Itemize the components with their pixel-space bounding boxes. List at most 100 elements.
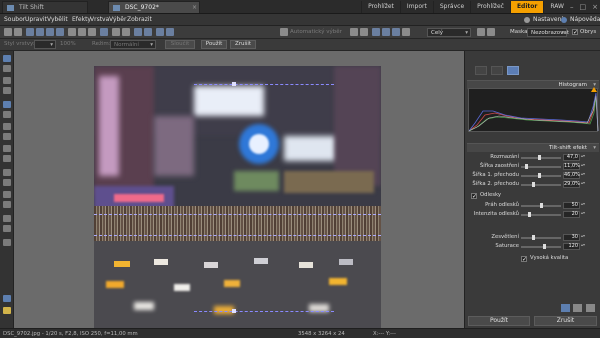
slider-track[interactable] bbox=[521, 157, 561, 159]
mode-tab-editor[interactable]: Editor bbox=[509, 1, 544, 13]
fullscreen-icon[interactable] bbox=[402, 28, 410, 36]
slider-value-field[interactable]: 29,0% bbox=[563, 181, 580, 188]
panel-tab-effects-icon[interactable] bbox=[507, 66, 519, 75]
subtract-selection-icon[interactable] bbox=[78, 28, 86, 36]
panel-tab-info-icon[interactable] bbox=[475, 66, 487, 75]
mode-tab-browse[interactable]: Prohlížet bbox=[361, 1, 400, 13]
mode-tab-raw[interactable]: RAW bbox=[543, 1, 570, 13]
eraser-tool-icon[interactable] bbox=[3, 133, 11, 140]
slider-thumb[interactable] bbox=[532, 235, 535, 240]
brush-tool-icon[interactable] bbox=[3, 123, 11, 130]
tiltshift-bottom-guide[interactable] bbox=[194, 311, 334, 312]
actual-size-icon[interactable] bbox=[392, 28, 400, 36]
view-split-icon[interactable] bbox=[166, 28, 174, 36]
tab-tilt-shift[interactable]: Tilt Shift bbox=[2, 1, 88, 13]
high-quality-checkbox[interactable]: ✓ bbox=[521, 256, 527, 263]
tiltshift-focus-guide-2[interactable] bbox=[94, 235, 381, 236]
tilt-shift-header[interactable]: Tilt-shift efekt bbox=[467, 143, 599, 153]
foreground-color-icon[interactable] bbox=[3, 295, 11, 302]
presets-icon[interactable] bbox=[573, 304, 582, 312]
slider-value-field[interactable]: 47,0 bbox=[563, 154, 580, 161]
selection-tool-icon[interactable] bbox=[3, 101, 11, 108]
spinner-arrows-icon[interactable]: ▴▾ bbox=[581, 234, 585, 241]
minimize-icon[interactable]: – bbox=[570, 1, 574, 13]
reset-icon[interactable] bbox=[586, 304, 595, 312]
tiltshift-focus-guide[interactable] bbox=[94, 214, 381, 215]
brush-select-icon[interactable] bbox=[56, 28, 64, 36]
fill-tool-icon[interactable] bbox=[3, 201, 11, 208]
rotate-right-icon[interactable] bbox=[144, 28, 152, 36]
settings-link[interactable]: Nastavení bbox=[533, 14, 563, 26]
guide-handle[interactable] bbox=[232, 82, 236, 86]
undo-icon[interactable] bbox=[112, 28, 120, 36]
zoom-select[interactable]: Celý bbox=[427, 28, 471, 37]
menu-file[interactable]: Soubor bbox=[4, 14, 25, 26]
slider-track[interactable] bbox=[521, 184, 561, 186]
menu-view[interactable]: Zobrazit bbox=[127, 14, 152, 26]
eyedropper-tool-icon[interactable] bbox=[3, 239, 11, 246]
view-single-icon[interactable] bbox=[156, 28, 164, 36]
cancel-top-button[interactable]: Zrušit bbox=[230, 40, 256, 49]
wand-icon[interactable] bbox=[46, 28, 54, 36]
hand-tool-icon[interactable] bbox=[3, 65, 11, 72]
layer-style-select[interactable] bbox=[34, 40, 56, 49]
mode-tab-viewer[interactable]: Prohlížeč bbox=[470, 1, 510, 13]
slider-thumb[interactable] bbox=[532, 182, 535, 187]
zoom-out-icon[interactable] bbox=[350, 28, 358, 36]
blend-mode-select[interactable]: Normální bbox=[110, 40, 156, 49]
histogram-toggle-icon[interactable] bbox=[477, 28, 485, 36]
slider-value-field[interactable]: 120 bbox=[563, 243, 580, 250]
opacity-value[interactable]: 100% bbox=[60, 38, 76, 51]
dodge-tool-icon[interactable] bbox=[3, 179, 11, 186]
guide-handle[interactable] bbox=[232, 309, 236, 313]
slider-thumb[interactable] bbox=[540, 203, 543, 208]
spinner-arrows-icon[interactable]: ▴▾ bbox=[581, 211, 585, 218]
menu-effects[interactable]: Efekty bbox=[72, 14, 91, 26]
select-arrow-icon[interactable] bbox=[4, 28, 12, 36]
menu-layer[interactable]: Vrstva bbox=[90, 14, 109, 26]
close-window-icon[interactable]: × bbox=[592, 1, 598, 13]
slider-track[interactable] bbox=[521, 237, 561, 239]
reflections-checkbox[interactable]: ✓ bbox=[471, 193, 477, 200]
spinner-arrows-icon[interactable]: ▴▾ bbox=[581, 163, 585, 170]
slider-track[interactable] bbox=[521, 214, 561, 216]
menu-selection[interactable]: Výběr bbox=[109, 14, 126, 26]
gradient-tool-icon[interactable] bbox=[3, 191, 11, 198]
add-selection-icon[interactable] bbox=[68, 28, 76, 36]
hand-icon[interactable] bbox=[372, 28, 380, 36]
slider-value-field[interactable]: 20 bbox=[563, 211, 580, 218]
lasso-tool-icon[interactable] bbox=[3, 111, 11, 118]
slider-thumb[interactable] bbox=[538, 155, 541, 160]
apply-top-button[interactable]: Použít bbox=[201, 40, 227, 49]
zoom-tool-icon[interactable] bbox=[3, 55, 11, 62]
tiltshift-top-guide[interactable] bbox=[194, 84, 334, 85]
marquee-icon[interactable] bbox=[26, 28, 34, 36]
spinner-arrows-icon[interactable]: ▴▾ bbox=[581, 202, 585, 209]
slider-value-field[interactable]: 11,0% bbox=[563, 163, 580, 170]
straighten-tool-icon[interactable] bbox=[3, 87, 11, 94]
redo-icon[interactable] bbox=[122, 28, 130, 36]
slider-track[interactable] bbox=[521, 246, 561, 248]
layer-icon[interactable] bbox=[100, 28, 108, 36]
panel-tab-brush-icon[interactable] bbox=[491, 66, 503, 75]
spinner-arrows-icon[interactable]: ▴▾ bbox=[581, 172, 585, 179]
slider-track[interactable] bbox=[521, 175, 561, 177]
outline-checkbox[interactable]: ✓ bbox=[572, 29, 578, 36]
text-tool-icon[interactable] bbox=[3, 215, 11, 222]
mask-select[interactable]: Nezobrazovat bbox=[527, 28, 569, 37]
lasso-icon[interactable] bbox=[36, 28, 44, 36]
spinner-arrows-icon[interactable]: ▴▾ bbox=[581, 154, 585, 161]
menu-whiten[interactable]: Vybělit bbox=[47, 14, 68, 26]
photo-canvas[interactable] bbox=[94, 66, 381, 328]
slider-value-field[interactable]: 30 bbox=[563, 234, 580, 241]
slider-thumb[interactable] bbox=[525, 164, 528, 169]
info-toggle-icon[interactable] bbox=[487, 28, 495, 36]
save-preset-icon[interactable] bbox=[561, 304, 570, 312]
tab-dsc-9702[interactable]: DSC_9702* × bbox=[108, 1, 200, 13]
rotate-left-icon[interactable] bbox=[134, 28, 142, 36]
fit-icon[interactable] bbox=[382, 28, 390, 36]
clipping-warning-icon[interactable] bbox=[591, 87, 597, 92]
heal-tool-icon[interactable] bbox=[3, 155, 11, 162]
move-icon[interactable] bbox=[14, 28, 22, 36]
auto-select-icon[interactable] bbox=[280, 28, 288, 36]
